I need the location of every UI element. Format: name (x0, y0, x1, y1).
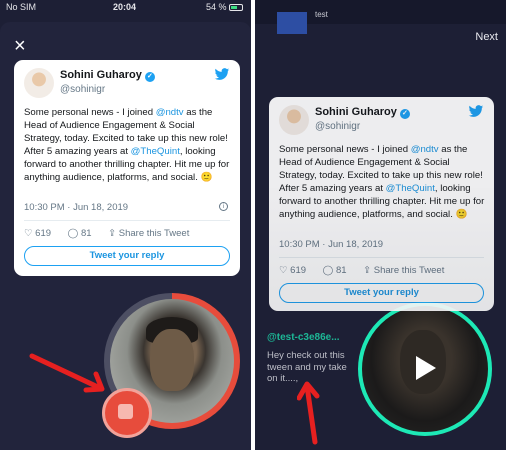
status-bar: No SIM 20:04 54 % (0, 0, 251, 14)
separator (279, 257, 484, 258)
reply-action[interactable]: ◯ 81 (323, 265, 347, 276)
separator (24, 220, 230, 221)
feed-thumbnail (277, 12, 307, 34)
next-button[interactable]: Next (475, 31, 498, 43)
twitter-logo-icon (214, 68, 230, 80)
mention-link[interactable]: @ndtv (156, 107, 184, 118)
tweet-datetime[interactable]: 10:30 PM · Jun 18, 2019 (279, 239, 383, 250)
like-action[interactable]: ♡ 619 (279, 265, 306, 276)
close-icon[interactable]: × (14, 36, 30, 56)
battery-percent: 54 % (205, 2, 227, 12)
battery-icon (229, 4, 243, 11)
tweet-author-name: Sohini Guharoy ✓ (60, 69, 155, 82)
avatar (24, 68, 54, 98)
username-label: @test-c3e86e... (267, 332, 340, 343)
verified-badge-icon: ✓ (144, 72, 155, 82)
tweet-actions: ♡ 619 ◯ 81 ⇪ Share this Tweet (279, 265, 458, 276)
arrow-pointer-icon (29, 353, 105, 393)
tweet-text: Some personal news - I joined @ndtv as t… (24, 107, 230, 183)
tweet-card: Sohini Guharoy ✓ @sohinigr Some personal … (14, 60, 240, 276)
tweet-author-name: Sohini Guharoy ✓ (315, 106, 410, 119)
stop-icon (118, 404, 133, 419)
avatar (279, 105, 309, 135)
arrow-up-pointer-icon (297, 381, 320, 445)
share-action[interactable]: ⇪ Share this Tweet (363, 265, 444, 276)
clock: 20:04 (113, 2, 137, 12)
info-icon[interactable]: i (219, 202, 228, 211)
screen-root: No SIM 20:04 54 % × test Next @test-c3e8… (0, 0, 508, 450)
carrier-label: No SIM (6, 2, 37, 12)
mention-link[interactable]: @TheQuint (386, 183, 435, 194)
mention-link[interactable]: @TheQuint (131, 146, 180, 157)
tweet-card-preview: Sohini Guharoy ✓ @sohinigr Some personal … (269, 97, 494, 311)
feed-partial-title: test (315, 10, 328, 19)
verified-badge-icon: ✓ (399, 109, 410, 119)
tweet-reply-button[interactable]: Tweet your reply (279, 283, 484, 303)
like-action[interactable]: ♡ 619 (24, 228, 51, 239)
play-icon[interactable] (416, 356, 436, 380)
tweet-author-handle: @sohinigr (315, 121, 361, 132)
tweet-actions: ♡ 619 ◯ 81 ⇪ Share this Tweet (24, 228, 203, 239)
tweet-datetime[interactable]: 10:30 PM · Jun 18, 2019 (24, 202, 128, 213)
tweet-author-handle: @sohinigr (60, 84, 106, 95)
tweet-reply-button[interactable]: Tweet your reply (24, 246, 230, 266)
mention-link[interactable]: @ndtv (411, 144, 439, 155)
tweet-text: Some personal news - I joined @ndtv as t… (279, 144, 485, 220)
twitter-logo-icon (468, 105, 484, 117)
share-action[interactable]: ⇪ Share this Tweet (108, 228, 189, 239)
reply-action[interactable]: ◯ 81 (68, 228, 92, 239)
battery-indicator: 54 % (206, 2, 243, 12)
